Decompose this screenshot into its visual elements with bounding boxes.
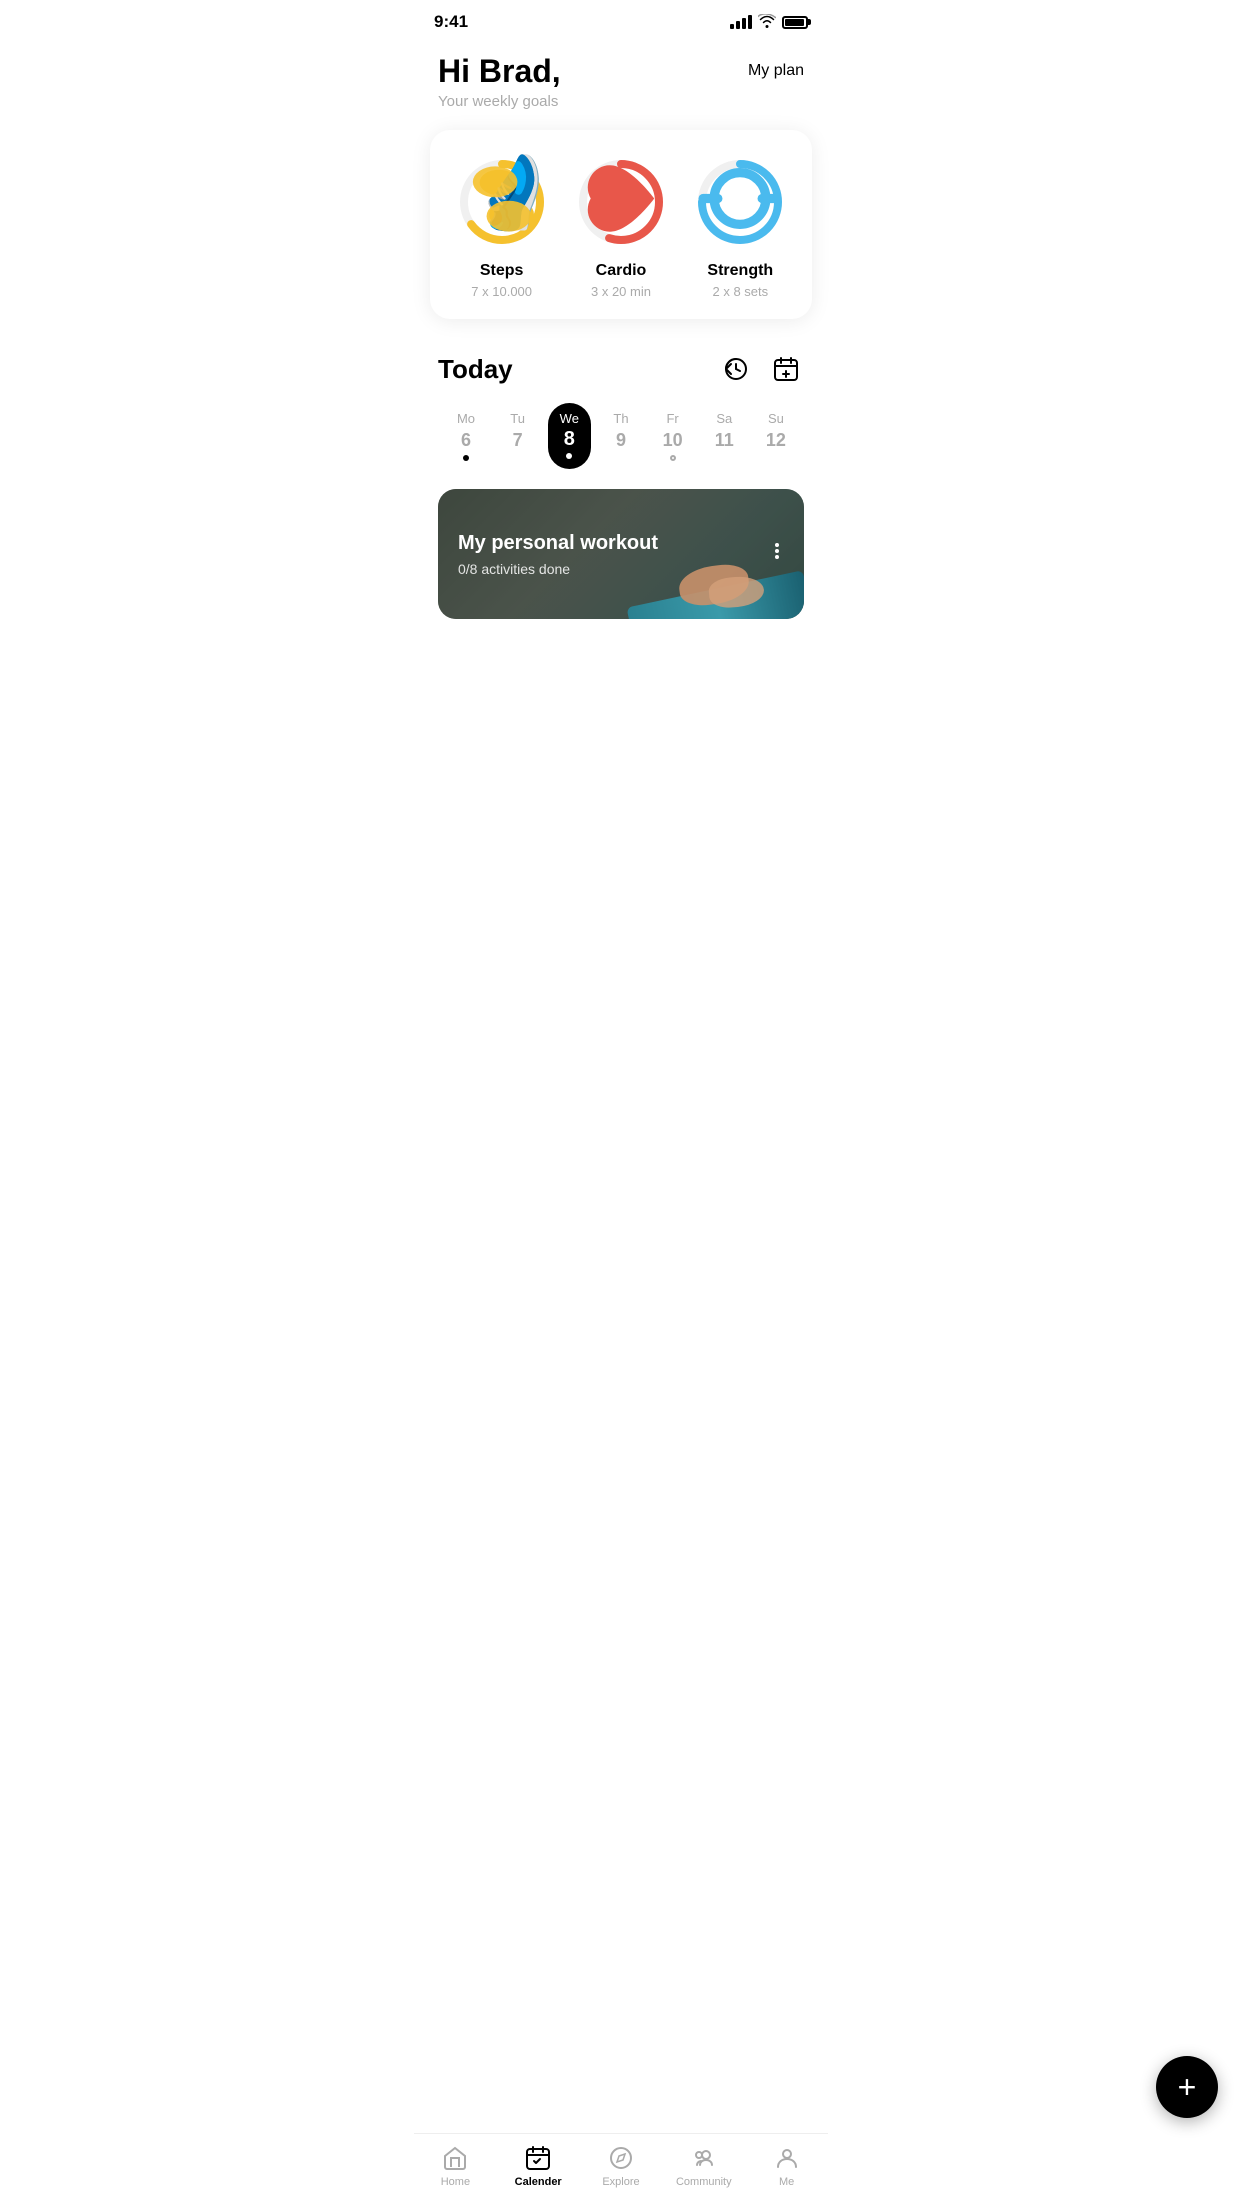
goals-card: 👟 Steps 7 x 10.000 xyxy=(430,130,812,319)
today-actions xyxy=(718,351,804,387)
day-dot-friday xyxy=(670,455,676,461)
workout-title: My personal workout xyxy=(458,532,784,555)
nav-calender-label: Calender xyxy=(515,2176,562,2188)
add-activity-button[interactable]: + xyxy=(1156,2056,1218,2118)
today-title: Today xyxy=(438,354,513,385)
today-section: Today xyxy=(414,331,828,645)
cardio-icon xyxy=(573,151,669,254)
day-wednesday[interactable]: We 8 xyxy=(545,403,593,469)
community-icon xyxy=(690,2144,718,2172)
home-icon xyxy=(441,2144,469,2172)
greeting-text: Hi Brad, xyxy=(438,54,561,89)
day-sunday[interactable]: Su 12 xyxy=(752,411,800,461)
nav-calender[interactable]: Calender xyxy=(508,2144,568,2188)
bottom-nav: Home Calender Explore xyxy=(414,2133,828,2208)
day-friday[interactable]: Fr 10 xyxy=(649,411,697,461)
status-bar: 9:41 xyxy=(414,0,828,38)
header: Hi Brad, Your weekly goals My plan xyxy=(414,38,828,118)
day-dot-monday xyxy=(463,455,469,461)
day-monday[interactable]: Mo 6 xyxy=(442,411,490,461)
calendar-add-icon xyxy=(772,355,800,383)
history-icon xyxy=(722,355,750,383)
goal-cardio[interactable]: Cardio 3 x 20 min xyxy=(573,154,669,299)
steps-icon-emoji xyxy=(454,151,550,253)
day-dot-saturday xyxy=(721,455,727,461)
nav-explore[interactable]: Explore xyxy=(591,2144,651,2188)
calender-icon xyxy=(524,2144,552,2172)
status-time: 9:41 xyxy=(434,12,468,32)
nav-explore-label: Explore xyxy=(602,2176,639,2188)
battery-icon xyxy=(782,16,808,29)
nav-me-label: Me xyxy=(779,2176,794,2188)
day-dot-sunday xyxy=(773,455,779,461)
history-button[interactable] xyxy=(718,351,754,387)
nav-community-label: Community xyxy=(676,2176,732,2188)
day-saturday[interactable]: Sa 11 xyxy=(700,411,748,461)
day-tuesday[interactable]: Tu 7 xyxy=(494,411,542,461)
calendar-add-button[interactable] xyxy=(768,351,804,387)
steps-value: 7 x 10.000 xyxy=(471,284,532,299)
header-left: Hi Brad, Your weekly goals xyxy=(438,54,561,110)
status-icons xyxy=(730,14,808,31)
cardio-value: 3 x 20 min xyxy=(591,284,651,299)
workout-content: My personal workout 0/8 activities done xyxy=(438,489,804,619)
subtitle-text: Your weekly goals xyxy=(438,93,561,110)
explore-icon xyxy=(607,2144,635,2172)
my-plan-button[interactable]: My plan xyxy=(748,62,804,80)
steps-ring: 👟 xyxy=(454,154,550,250)
strength-value: 2 x 8 sets xyxy=(712,284,768,299)
goal-steps[interactable]: 👟 Steps 7 x 10.000 xyxy=(454,154,550,299)
day-thursday[interactable]: Th 9 xyxy=(597,411,645,461)
day-dot-wednesday xyxy=(566,453,572,459)
workout-subtitle: 0/8 activities done xyxy=(458,561,784,577)
day-dot-tuesday xyxy=(515,455,521,461)
cardio-label: Cardio xyxy=(596,262,647,280)
strength-icon xyxy=(692,151,788,254)
workout-menu-button[interactable] xyxy=(766,540,788,568)
steps-label: Steps xyxy=(480,262,524,280)
strength-ring xyxy=(692,154,788,250)
plus-icon: + xyxy=(1178,2071,1197,2103)
strength-label: Strength xyxy=(707,262,773,280)
nav-me[interactable]: Me xyxy=(757,2144,817,2188)
wifi-icon xyxy=(758,14,776,31)
week-calendar: Mo 6 Tu 7 We 8 Th 9 xyxy=(438,403,804,469)
signal-icon xyxy=(730,15,752,29)
day-dot-thursday xyxy=(618,455,624,461)
nav-community[interactable]: Community xyxy=(674,2144,734,2188)
nav-home-label: Home xyxy=(441,2176,470,2188)
cardio-ring xyxy=(573,154,669,250)
workout-card[interactable]: My personal workout 0/8 activities done xyxy=(438,489,804,619)
me-icon xyxy=(773,2144,801,2172)
nav-home[interactable]: Home xyxy=(425,2144,485,2188)
today-header: Today xyxy=(438,351,804,387)
goal-strength[interactable]: Strength 2 x 8 sets xyxy=(692,154,788,299)
